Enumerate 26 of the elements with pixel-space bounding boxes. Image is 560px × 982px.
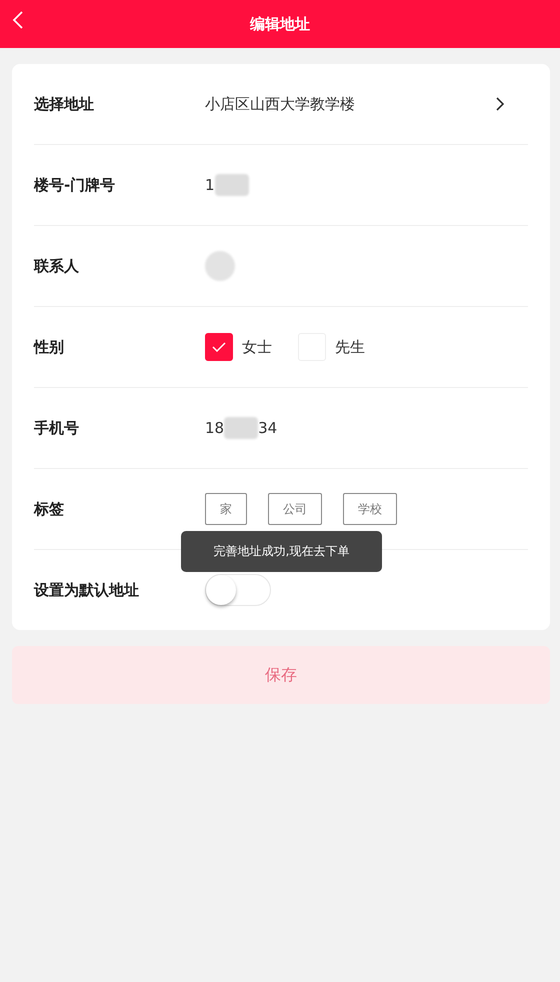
toggle-switch[interactable] [205,574,271,606]
option-label[interactable]: 女士 [242,338,272,356]
page-title: 编辑地址 [250,14,310,34]
blurred-region [224,417,258,439]
field-label: 楼号-门牌号 [34,176,116,194]
field-value: 1 [205,176,215,194]
blurred-region [205,251,235,281]
address-value[interactable]: 小店区山西大学教学楼 [205,94,355,114]
field-label: 设置为默认地址 [34,580,140,600]
field-value: 18 [205,419,224,437]
tag-chip[interactable]: 家 [205,493,247,525]
field-label: 选择地址 [34,94,95,114]
field-label: 性别 [34,338,65,356]
check-icon [212,342,226,352]
checkbox[interactable] [205,333,233,361]
field-label: 联系人 [34,256,80,276]
chevron-right-icon[interactable] [496,97,504,111]
field-value: 34 [258,419,278,437]
tag-chip[interactable]: 公司 [268,493,322,525]
blurred-region [214,174,249,196]
field-label: 标签 [34,500,65,518]
field-label: 手机号 [34,418,80,438]
tag-chip[interactable]: 学校 [343,493,397,525]
back-icon[interactable] [12,10,24,30]
option-label[interactable]: 先生 [335,338,365,356]
toast-message: 完善地址成功,现在去下单 [181,531,382,572]
